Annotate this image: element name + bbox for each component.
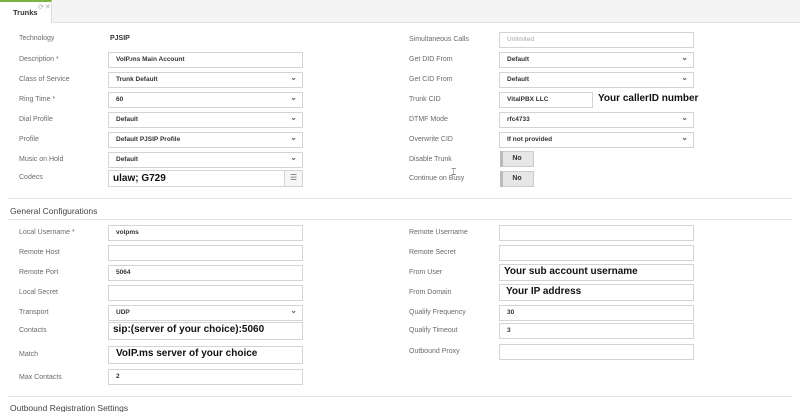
caller-id-annotation: Your callerID number xyxy=(598,93,699,104)
overwrite-cid-label: Overwrite CID xyxy=(409,136,453,143)
match-input[interactable]: VoIP.ms server of your choice xyxy=(108,346,303,364)
technology-label: Technology xyxy=(19,35,55,42)
trunk-cid-label: Trunk CID xyxy=(409,96,441,103)
local-secret-input[interactable] xyxy=(108,285,303,301)
local-secret-label: Local Secret xyxy=(19,289,58,296)
section-divider xyxy=(8,198,792,199)
dial-profile-label: Dial Profile xyxy=(19,116,53,123)
description-input[interactable]: VoIP.ms Main Account xyxy=(108,52,303,68)
remote-host-input[interactable] xyxy=(108,245,303,261)
profile-select[interactable]: Default PJSIP Profile xyxy=(108,132,303,148)
overwrite-cid-select[interactable]: If not provided xyxy=(499,132,694,148)
ip-address-annotation: Your IP address xyxy=(506,286,582,297)
qualify-frequency-input[interactable]: 30 xyxy=(499,305,694,321)
remote-port-label: Remote Port xyxy=(19,269,59,276)
get-cid-from-select[interactable]: Default xyxy=(499,72,694,88)
get-cid-from-label: Get CID From xyxy=(409,76,453,83)
remote-secret-label: Remote Secret xyxy=(409,249,456,256)
remote-host-label: Remote Host xyxy=(19,249,60,256)
remote-username-label: Remote Username xyxy=(409,229,468,236)
sub-account-annotation: Your sub account username xyxy=(504,266,638,277)
qualify-frequency-label: Qualify Frequency xyxy=(409,309,466,316)
local-username-label: Local Username * xyxy=(19,229,75,236)
codecs-label: Codecs xyxy=(19,174,43,181)
dtmf-mode-select[interactable]: rfc4733 xyxy=(499,112,694,128)
music-on-hold-select[interactable]: Default xyxy=(108,152,303,168)
local-username-input[interactable]: voipms xyxy=(108,225,303,241)
class-of-service-select[interactable]: Trunk Default xyxy=(108,72,303,88)
simultaneous-calls-input[interactable]: Unlimited xyxy=(499,32,694,48)
from-domain-label: From Domain xyxy=(409,289,452,296)
qualify-timeout-label: Qualify Timeout xyxy=(409,327,458,334)
transport-label: Transport xyxy=(19,309,49,316)
ring-time-select[interactable]: 60 xyxy=(108,92,303,108)
list-icon[interactable]: ☰ xyxy=(284,171,302,186)
outbound-proxy-label: Outbound Proxy xyxy=(409,348,460,355)
max-contacts-input[interactable]: 2 xyxy=(108,369,303,385)
music-on-hold-label: Music on Hold xyxy=(19,156,64,163)
tab-label: Trunks xyxy=(13,8,38,17)
trunk-cid-input[interactable]: VitalPBX LLC xyxy=(499,92,593,108)
codecs-field[interactable]: ulaw; G729 ☰ xyxy=(108,170,303,187)
remote-secret-input[interactable] xyxy=(499,245,694,261)
codecs-value: ulaw; G729 xyxy=(113,173,166,184)
max-contacts-label: Max Contacts xyxy=(19,374,62,381)
contacts-label: Contacts xyxy=(19,327,47,334)
from-domain-input[interactable]: Your IP address xyxy=(499,284,694,301)
class-of-service-label: Class of Service xyxy=(19,76,70,83)
text-cursor-icon: ⌶ xyxy=(451,167,457,177)
remote-username-input[interactable] xyxy=(499,225,694,241)
from-user-label: From User xyxy=(409,269,443,276)
section-divider xyxy=(8,219,792,220)
match-label: Match xyxy=(19,351,39,358)
transport-select[interactable]: UDP xyxy=(108,305,303,321)
get-did-from-select[interactable]: Default xyxy=(499,52,694,68)
disable-trunk-label: Disable Trunk xyxy=(409,156,452,163)
outbound-registration-title: Outbound Registration Settings xyxy=(10,403,129,412)
section-divider xyxy=(8,396,792,397)
dial-profile-select[interactable]: Default xyxy=(108,112,303,128)
general-config-title: General Configurations xyxy=(10,206,98,216)
tab-trunks[interactable]: Trunks ⟳✕ xyxy=(0,0,52,23)
simultaneous-calls-label: Simultaneous Calls xyxy=(409,36,469,43)
qualify-timeout-input[interactable]: 3 xyxy=(499,323,694,339)
tab-bar: Trunks ⟳✕ xyxy=(0,0,800,23)
tab-refresh-close-icon[interactable]: ⟳✕ xyxy=(38,3,52,11)
contacts-input[interactable]: sip:(server of your choice):5060 xyxy=(108,322,303,340)
outbound-proxy-input[interactable] xyxy=(499,344,694,360)
remote-port-input[interactable]: 5064 xyxy=(108,265,303,281)
get-did-from-label: Get DID From xyxy=(409,56,453,63)
profile-label: Profile xyxy=(19,136,39,143)
ring-time-label: Ring Time * xyxy=(19,96,56,103)
disable-trunk-toggle[interactable]: No xyxy=(500,151,534,167)
dtmf-mode-label: DTMF Mode xyxy=(409,116,448,123)
continue-on-busy-toggle[interactable]: No xyxy=(500,171,534,187)
contacts-annotation: sip:(server of your choice):5060 xyxy=(113,324,265,335)
match-annotation: VoIP.ms server of your choice xyxy=(116,348,258,359)
technology-value: PJSIP xyxy=(110,35,130,42)
description-label: Description * xyxy=(19,56,59,63)
from-user-input[interactable]: Your sub account username xyxy=(499,264,694,281)
